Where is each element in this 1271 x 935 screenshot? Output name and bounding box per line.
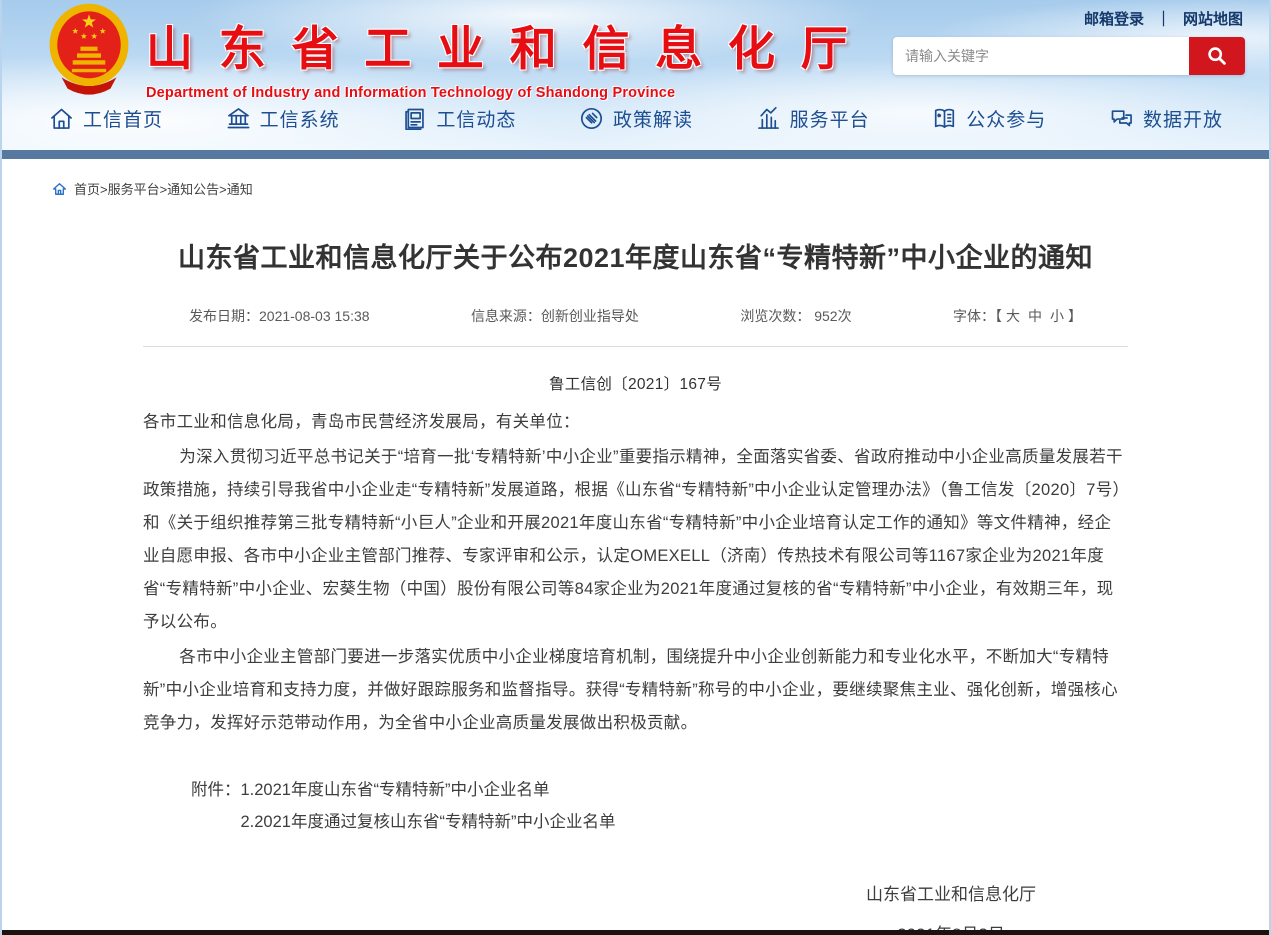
attachment-link-2[interactable]: 2.2021年度通过复核山东省“专精特新”中小企业名单 xyxy=(241,806,616,838)
header-divider xyxy=(2,150,1269,159)
search-input[interactable] xyxy=(893,37,1189,75)
view-count: 浏览次数： 952次 xyxy=(740,306,851,326)
signature-block: 山东省工业和信息化厅 2021年8月3日 xyxy=(866,878,1036,935)
site-brand: 山 东 省 工 业 和 信 息 化 厅 Department of Indust… xyxy=(46,2,855,101)
attachment-link-1[interactable]: 1.2021年度山东省“专精特新”中小企业名单 xyxy=(241,774,616,806)
signature-org: 山东省工业和信息化厅 xyxy=(866,878,1036,912)
font-size-suffix: 】 xyxy=(1068,306,1082,326)
main-nav: 工信首页 工信系统 工信动态 政策解读 xyxy=(2,95,1269,141)
mail-login-link[interactable]: 邮箱登录 xyxy=(1084,8,1144,29)
link-separator: ｜ xyxy=(1156,8,1171,29)
publish-date: 发布日期：2021-08-03 15:38 xyxy=(189,306,370,326)
nav-item-services[interactable]: 服务平台 xyxy=(755,105,870,132)
attachments-label: 附件： xyxy=(191,774,241,838)
document-number: 鲁工信创〔2021〕167号 xyxy=(143,369,1128,400)
article-title: 山东省工业和信息化厅关于公布2021年度山东省“专精特新”中小企业的通知 xyxy=(143,234,1128,284)
font-size-large[interactable]: 大 xyxy=(1006,306,1020,326)
site-search xyxy=(893,37,1245,75)
site-title: 山 东 省 工 业 和 信 息 化 厅 xyxy=(146,10,855,79)
search-button[interactable] xyxy=(1189,37,1245,75)
news-icon xyxy=(401,105,428,132)
header-links: 邮箱登录 ｜ 网站地图 xyxy=(1084,8,1243,29)
breadcrumb-path[interactable]: 首页>服务平台>通知公告>通知 xyxy=(74,179,253,198)
salutation: 各市工业和信息化局，青岛市民营经济发展局，有关单位： xyxy=(143,406,1128,439)
font-size-control: 字体：【 大 中 小 】 xyxy=(953,306,1082,326)
bank-icon xyxy=(225,105,252,132)
national-emblem-logo xyxy=(46,2,132,98)
nav-item-policy[interactable]: 政策解读 xyxy=(578,105,693,132)
search-icon xyxy=(1205,44,1229,68)
nav-item-news[interactable]: 工信动态 xyxy=(401,105,516,132)
article-content: 山东省工业和信息化厅关于公布2021年度山东省“专精特新”中小企业的通知 发布日… xyxy=(143,234,1128,935)
nav-item-system[interactable]: 工信系统 xyxy=(225,105,340,132)
nav-item-data[interactable]: 数据开放 xyxy=(1108,105,1223,132)
sitemap-link[interactable]: 网站地图 xyxy=(1183,8,1243,29)
home-icon xyxy=(48,105,75,132)
article-meta: 发布日期：2021-08-03 15:38 信息来源：创新创业指导处 浏览次数：… xyxy=(143,306,1128,347)
site-header: 山 东 省 工 业 和 信 息 化 厅 Department of Indust… xyxy=(2,0,1269,150)
book-star-icon xyxy=(931,105,958,132)
nav-item-participation[interactable]: 公众参与 xyxy=(931,105,1046,132)
info-source: 信息来源：创新创业指导处 xyxy=(471,306,639,326)
font-size-label: 字体：【 xyxy=(953,306,1002,326)
handshake-icon xyxy=(578,105,605,132)
page: 山 东 省 工 业 和 信 息 化 厅 Department of Indust… xyxy=(0,0,1271,935)
nav-item-home[interactable]: 工信首页 xyxy=(48,105,163,132)
font-size-medium[interactable]: 中 xyxy=(1028,306,1042,326)
paragraph: 为深入贯彻习近平总书记关于“培育一批‘专精特新’中小企业”重要指示精神，全面落实… xyxy=(143,441,1128,639)
breadcrumb: 首页>服务平台>通知公告>通知 xyxy=(2,159,1269,208)
article-body: 鲁工信创〔2021〕167号 各市工业和信息化局，青岛市民营经济发展局，有关单位… xyxy=(143,369,1128,740)
footer-strip xyxy=(2,930,1269,935)
attachments: 附件： 1.2021年度山东省“专精特新”中小企业名单 2.2021年度通过复核… xyxy=(191,774,1128,838)
chat-bubbles-icon xyxy=(1108,105,1135,132)
breadcrumb-home-icon[interactable] xyxy=(52,182,67,196)
paragraph: 各市中小企业主管部门要进一步落实优质中小企业梯度培育机制，围绕提升中小企业创新能… xyxy=(143,641,1128,740)
chart-icon xyxy=(755,105,782,132)
font-size-small[interactable]: 小 xyxy=(1050,306,1064,326)
